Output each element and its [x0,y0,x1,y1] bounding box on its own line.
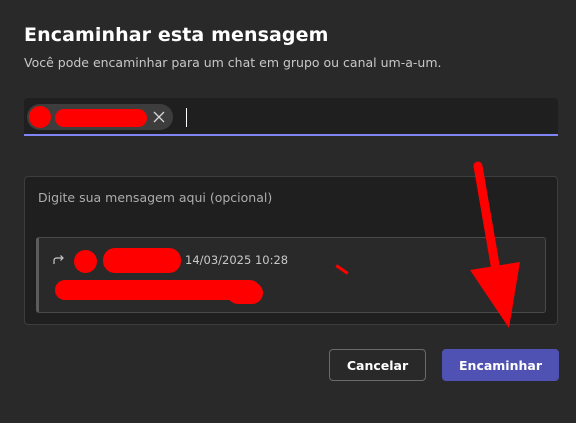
forward-button[interactable]: Encaminhar [442,349,559,381]
message-textarea[interactable]: Digite sua mensagem aqui (opcional) 14/0… [24,176,558,325]
recipient-input[interactable] [24,98,558,136]
message-timestamp: 14/03/2025 10:28 [185,253,289,267]
annotation-mark [335,264,349,275]
quoted-message-card: 14/03/2025 10:28 [36,237,546,313]
sender-avatar-redacted [74,250,97,273]
cancel-button[interactable]: Cancelar [329,349,426,381]
forward-message-dialog: Encaminhar esta mensagem Você pode encam… [0,0,576,423]
dialog-subtitle: Você pode encaminhar para um chat em gru… [24,55,442,70]
recipient-name-redacted [55,109,147,127]
recipient-chip[interactable] [27,104,173,130]
forward-icon [53,255,64,264]
message-placeholder: Digite sua mensagem aqui (opcional) [38,190,273,205]
text-caret [186,108,187,127]
recipient-avatar-redacted [29,106,51,128]
close-icon[interactable] [151,109,167,125]
message-text-redacted-end [227,282,263,304]
sender-name-redacted [103,248,181,273]
dialog-title: Encaminhar esta mensagem [24,24,329,46]
